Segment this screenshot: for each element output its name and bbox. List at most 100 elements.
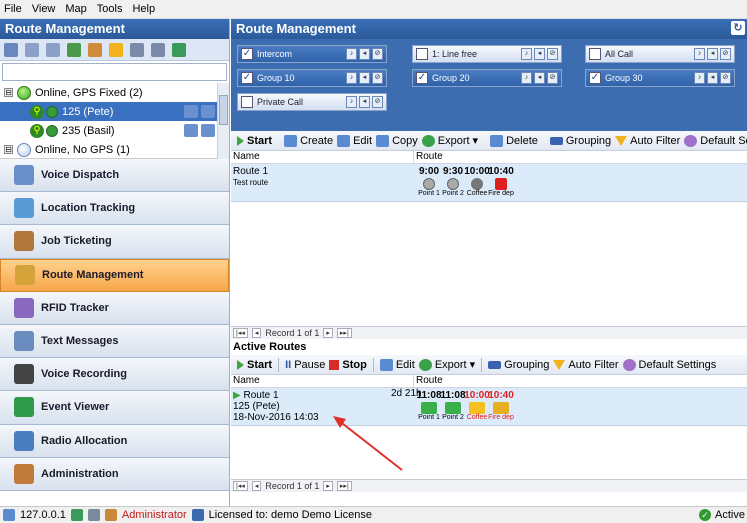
next-page-icon[interactable]: ▸ (323, 481, 333, 491)
nav-rfid-tracker[interactable]: RFID Tracker (0, 291, 229, 325)
next-page-icon[interactable]: ▸ (323, 328, 333, 338)
call-icon[interactable] (201, 124, 215, 137)
volume-icon[interactable]: ♪ (694, 72, 705, 84)
talkgroup-5[interactable]: ✓ Group 30 ♪ ◂ ⊘ (585, 69, 735, 87)
nav-text-messages[interactable]: Text Messages (0, 324, 229, 359)
export-button[interactable]: Export ▾ (421, 134, 478, 147)
block-icon[interactable]: ⊘ (720, 48, 731, 60)
active-grouping-button[interactable]: Grouping (488, 359, 549, 371)
window2-icon[interactable] (151, 42, 165, 57)
active-start-button[interactable]: Start (237, 359, 272, 371)
block-icon[interactable]: ⊘ (547, 72, 558, 84)
talkgroup-6[interactable]: Private Call ♪ ◂ ⊘ (237, 93, 387, 111)
checkbox[interactable] (589, 48, 601, 60)
checkbox[interactable] (241, 96, 253, 108)
talkgroup-4[interactable]: ✓ Group 20 ♪ ◂ ⊘ (412, 69, 562, 87)
mute-icon[interactable]: ◂ (359, 72, 370, 84)
last-page-icon[interactable]: ▸▸| (336, 328, 352, 338)
nav-location-tracking[interactable]: Location Tracking (0, 192, 229, 226)
pause-button[interactable]: II Pause (285, 359, 325, 371)
col-name[interactable]: Name (231, 375, 414, 387)
volume-icon[interactable]: ♪ (521, 72, 532, 84)
mute-icon[interactable]: ◂ (534, 72, 545, 84)
menu-file[interactable]: File (4, 3, 22, 15)
col-name[interactable]: Name (231, 151, 414, 163)
first-page-icon[interactable]: |◂◂ (233, 481, 248, 491)
last-page-icon[interactable]: ▸▸| (336, 481, 352, 491)
nav-voice-dispatch[interactable]: Voice Dispatch (0, 159, 229, 193)
volume-icon[interactable]: ♪ (694, 48, 705, 60)
block-icon[interactable]: ⊘ (372, 72, 383, 84)
talkgroup-1[interactable]: 1: Line free ♪ ◂ ⊘ (412, 45, 562, 63)
active-export-button[interactable]: Export ▾ (418, 358, 475, 371)
block-icon[interactable]: ⊘ (372, 96, 383, 108)
stop-button[interactable]: Stop (329, 359, 367, 371)
col-route[interactable]: Route (414, 375, 443, 387)
nav-administration[interactable]: Administration (0, 457, 229, 491)
delete-button[interactable]: Delete (490, 134, 538, 147)
message-icon[interactable] (184, 124, 198, 137)
route-point[interactable]: 10:40 Fire dep (486, 390, 516, 421)
tree-scrollbar[interactable] (217, 83, 229, 159)
collapse-icon[interactable]: ⊟ (4, 88, 13, 97)
start-button[interactable]: Start (237, 135, 272, 147)
tree-group-no-gps[interactable]: ⊟ Online, No GPS (1) (0, 140, 229, 159)
copy-button[interactable]: Copy (376, 134, 418, 147)
nav-job-ticketing[interactable]: Job Ticketing (0, 225, 229, 259)
active-default-settings-button[interactable]: Default Settings (622, 358, 716, 371)
checkbox[interactable]: ✓ (589, 72, 601, 84)
table-row[interactable]: 2d 21h ▶ Route 1 125 (Pete) 18-Nov-2016 14:… (231, 388, 747, 426)
checkbox[interactable] (416, 48, 428, 60)
collapse-icon[interactable]: ⊟ (4, 145, 13, 154)
grid-view-icon[interactable] (4, 42, 18, 57)
prev-page-icon[interactable]: ◂ (251, 481, 262, 491)
tree-view-icon[interactable] (46, 42, 60, 57)
tree-unit-235[interactable]: ⚲ 235 (Basil) (0, 121, 229, 140)
talkgroup-3[interactable]: ✓ Group 10 ♪ ◂ ⊘ (237, 69, 387, 87)
block-icon[interactable]: ⊘ (547, 48, 558, 60)
prev-page-icon[interactable]: ◂ (251, 328, 262, 338)
volume-icon[interactable]: ♪ (346, 96, 357, 108)
checkbox[interactable]: ✓ (241, 72, 253, 84)
tree-group-gps-fixed[interactable]: ⊟ Online, GPS Fixed (2) (0, 83, 229, 102)
mute-icon[interactable]: ◂ (359, 48, 370, 60)
nav-route-management[interactable]: Route Management (0, 258, 229, 292)
nav-radio-allocation[interactable]: Radio Allocation (0, 424, 229, 458)
list-view-icon[interactable] (25, 42, 39, 57)
talkgroup-0[interactable]: ✓ Intercom ♪ ◂ ⊘ (237, 45, 387, 63)
route-point[interactable]: 10:40 Fire dep (486, 166, 516, 197)
nav-voice-recording[interactable]: Voice Recording (0, 358, 229, 392)
filter-icon[interactable] (109, 42, 123, 57)
active-edit-button[interactable]: Edit (379, 358, 415, 371)
default-settings-button[interactable]: Default Settings (684, 134, 747, 147)
refresh-icon[interactable] (172, 42, 186, 57)
menu-tools[interactable]: Tools (97, 3, 123, 15)
create-button[interactable]: Create (284, 134, 333, 147)
mute-icon[interactable]: ◂ (707, 72, 718, 84)
refresh-icon[interactable]: ↻ (731, 21, 745, 35)
tools-icon[interactable] (88, 42, 102, 57)
mute-icon[interactable]: ◂ (534, 48, 545, 60)
nav-event-viewer[interactable]: Event Viewer (0, 391, 229, 425)
talkgroup-2[interactable]: All Call ♪ ◂ ⊘ (585, 45, 735, 63)
active-auto-filter-button[interactable]: Auto Filter (553, 359, 619, 371)
mute-icon[interactable]: ◂ (707, 48, 718, 60)
first-page-icon[interactable]: |◂◂ (233, 328, 248, 338)
mute-icon[interactable]: ◂ (359, 96, 370, 108)
volume-icon[interactable]: ♪ (346, 72, 357, 84)
volume-icon[interactable]: ♪ (346, 48, 357, 60)
edit-button[interactable]: Edit (337, 134, 372, 147)
call-icon[interactable] (201, 105, 215, 118)
table-row[interactable]: Route 1 Test route 9:00 Point 1 9:30 Point 21… (231, 164, 747, 202)
checkbox[interactable]: ✓ (416, 72, 428, 84)
search-input[interactable] (2, 63, 227, 81)
menu-map[interactable]: Map (65, 3, 86, 15)
block-icon[interactable]: ⊘ (372, 48, 383, 60)
window-icon[interactable] (130, 42, 144, 57)
menu-help[interactable]: Help (132, 3, 155, 15)
menu-view[interactable]: View (32, 3, 56, 15)
users-icon[interactable] (67, 42, 81, 57)
col-route[interactable]: Route (414, 151, 443, 163)
grouping-button[interactable]: Grouping (549, 135, 611, 147)
message-icon[interactable] (184, 105, 198, 118)
